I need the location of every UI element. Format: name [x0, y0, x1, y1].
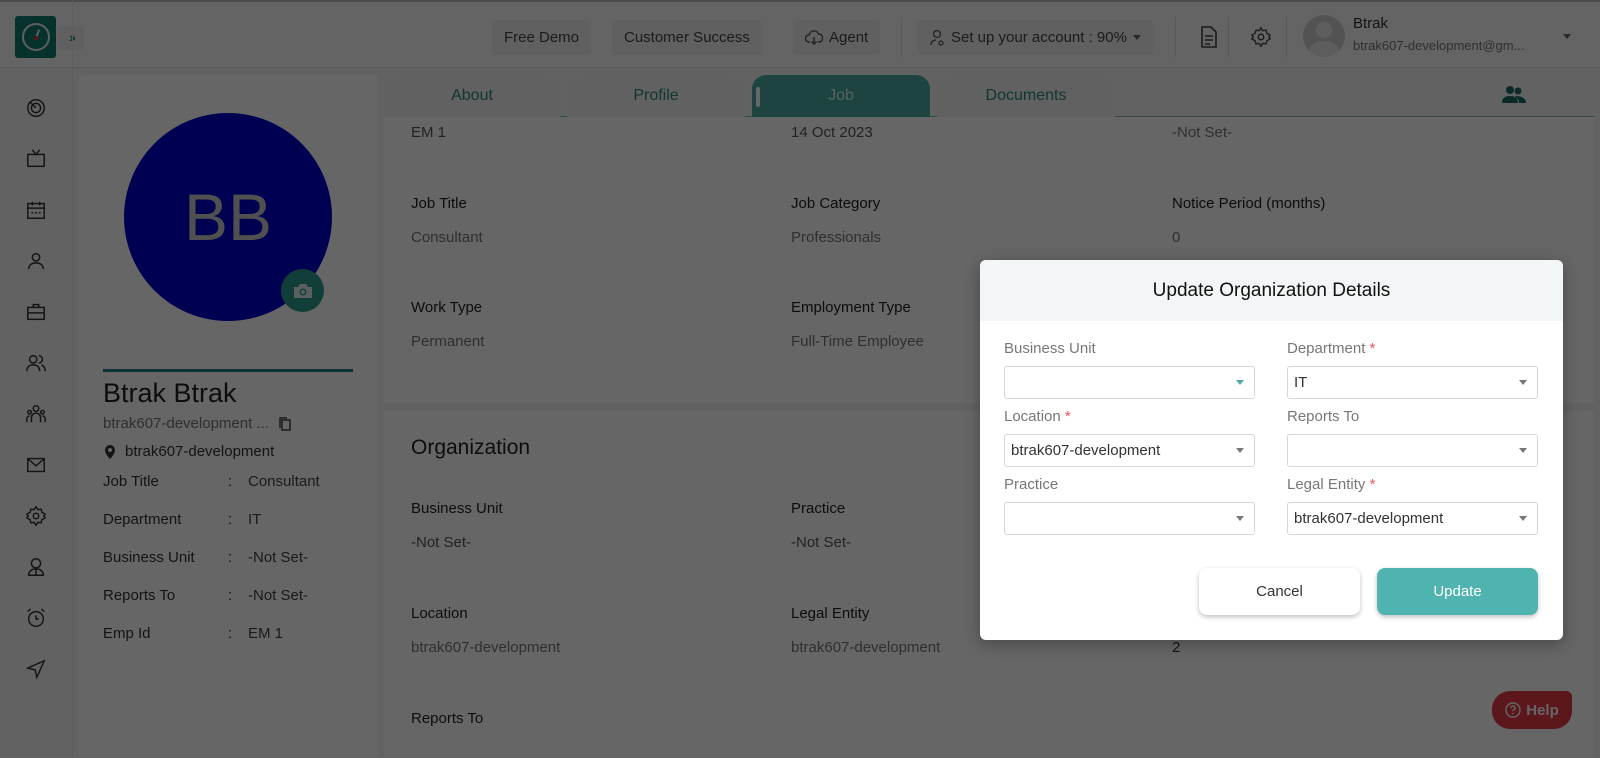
- chevron-down-icon: [1519, 448, 1527, 453]
- location-select[interactable]: btrak607-development: [1004, 434, 1255, 467]
- field-label: Legal Entity *: [1287, 476, 1538, 498]
- dialog-header: Update Organization Details: [980, 260, 1563, 321]
- select-value: IT: [1294, 374, 1308, 391]
- required-mark: *: [1369, 476, 1376, 493]
- label-text: Practice: [1004, 476, 1059, 493]
- chevron-down-icon: [1236, 516, 1244, 521]
- business-unit-field: Business Unit: [1004, 340, 1255, 399]
- practice-field: Practice: [1004, 476, 1255, 535]
- field-label: Location *: [1004, 408, 1255, 430]
- legal-entity-select[interactable]: btrak607-development: [1287, 502, 1538, 535]
- update-button[interactable]: Update: [1377, 568, 1538, 615]
- department-field: Department * IT: [1287, 340, 1538, 399]
- chevron-down-icon: [1236, 380, 1244, 385]
- update-organization-dialog: Update Organization Details Business Uni…: [980, 260, 1563, 640]
- select-value: btrak607-development: [1011, 442, 1161, 459]
- chevron-down-icon: [1519, 516, 1527, 521]
- field-label: Business Unit: [1004, 340, 1255, 362]
- legal-entity-field: Legal Entity * btrak607-development: [1287, 476, 1538, 535]
- business-unit-select[interactable]: [1004, 366, 1255, 399]
- reports-to-field: Reports To: [1287, 408, 1538, 467]
- reports-to-select[interactable]: [1287, 434, 1538, 467]
- label-text: Legal Entity: [1287, 476, 1366, 493]
- required-mark: *: [1064, 408, 1071, 425]
- select-value: btrak607-development: [1294, 510, 1444, 527]
- location-field: Location * btrak607-development: [1004, 408, 1255, 467]
- label-text: Reports To: [1287, 408, 1360, 425]
- dialog-title: Update Organization Details: [1152, 279, 1391, 301]
- field-label: Reports To: [1287, 408, 1538, 430]
- cancel-button[interactable]: Cancel: [1199, 568, 1360, 615]
- cancel-label: Cancel: [1256, 583, 1303, 600]
- label-text: Business Unit: [1004, 340, 1096, 357]
- department-select[interactable]: IT: [1287, 366, 1538, 399]
- required-mark: *: [1369, 340, 1376, 357]
- label-text: Location: [1004, 408, 1061, 425]
- field-label: Practice: [1004, 476, 1255, 498]
- practice-select[interactable]: [1004, 502, 1255, 535]
- field-label: Department *: [1287, 340, 1538, 362]
- chevron-down-icon: [1236, 448, 1244, 453]
- label-text: Department: [1287, 340, 1366, 357]
- chevron-down-icon: [1519, 380, 1527, 385]
- update-label: Update: [1433, 583, 1482, 600]
